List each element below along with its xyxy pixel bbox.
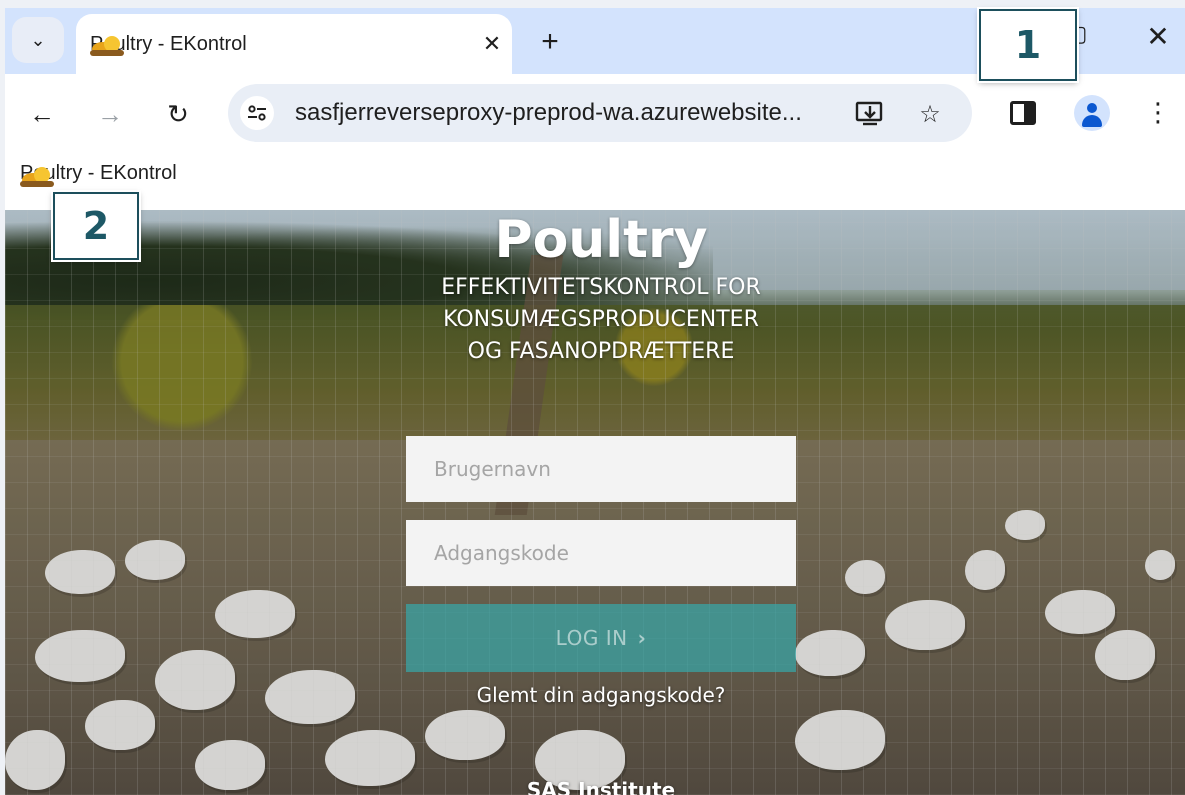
tab-search-button[interactable]: ⌄ — [12, 17, 64, 63]
browser-window: ⌄ Poultry - EKontrol ✕ + – ▢ ✕ ← → ↻ sas… — [0, 0, 1185, 795]
password-input[interactable] — [406, 520, 796, 586]
url-text[interactable]: sasfjerreverseproxy-preprod-wa.azurewebs… — [295, 99, 802, 127]
active-tab[interactable]: Poultry - EKontrol ✕ — [76, 14, 512, 74]
bookmarks-bar — [5, 152, 1185, 210]
callout-1: 1 — [979, 9, 1077, 81]
chick-favicon-icon — [20, 161, 54, 187]
more-vert-icon[interactable]: ⋮ — [1140, 95, 1176, 131]
forgot-password-link[interactable]: Glemt din adgangskode? — [405, 683, 797, 707]
star-icon[interactable]: ☆ — [912, 96, 948, 132]
app-subtitle: EFFEKTIVITETSKONTROL FOR KONSUMÆGSPRODUC… — [405, 272, 797, 368]
chevron-down-icon: ⌄ — [30, 29, 46, 51]
footer-organization: SAS Institute — [526, 778, 676, 795]
subtitle-line: EFFEKTIVITETSKONTROL FOR — [441, 275, 761, 300]
login-button[interactable]: LOG IN › — [406, 604, 796, 672]
login-label: LOG IN — [555, 626, 628, 650]
person-icon[interactable] — [1074, 95, 1110, 131]
callout-2: 2 — [53, 192, 139, 260]
subtitle-line: OG FASANOPDRÆTTERE — [467, 339, 735, 364]
tune-icon[interactable] — [240, 96, 274, 130]
forward-button[interactable]: → — [88, 92, 132, 136]
chevron-right-icon: › — [637, 626, 647, 650]
bookmark-item-poultry[interactable]: Poultry - EKontrol — [20, 161, 177, 187]
subtitle-line: KONSUMÆGSPRODUCENTER — [443, 307, 759, 332]
side-panel-icon[interactable] — [1010, 101, 1036, 125]
new-tab-button[interactable]: + — [530, 22, 570, 62]
app-title: Poultry — [494, 210, 708, 270]
login-panel: Poultry EFFEKTIVITETSKONTROL FOR KONSUMÆ… — [405, 210, 797, 795]
back-button[interactable]: ← — [20, 92, 64, 136]
window-close-icon[interactable]: ✕ — [1138, 20, 1178, 60]
page-viewport: Poultry EFFEKTIVITETSKONTROL FOR KONSUMÆ… — [5, 210, 1185, 795]
install-app-icon[interactable] — [852, 96, 888, 132]
username-input[interactable] — [406, 436, 796, 502]
tab-close-icon[interactable]: ✕ — [472, 32, 512, 57]
reload-button[interactable]: ↻ — [156, 92, 200, 136]
chick-favicon-icon — [90, 30, 124, 58]
tab-title: Poultry - EKontrol — [90, 32, 247, 55]
